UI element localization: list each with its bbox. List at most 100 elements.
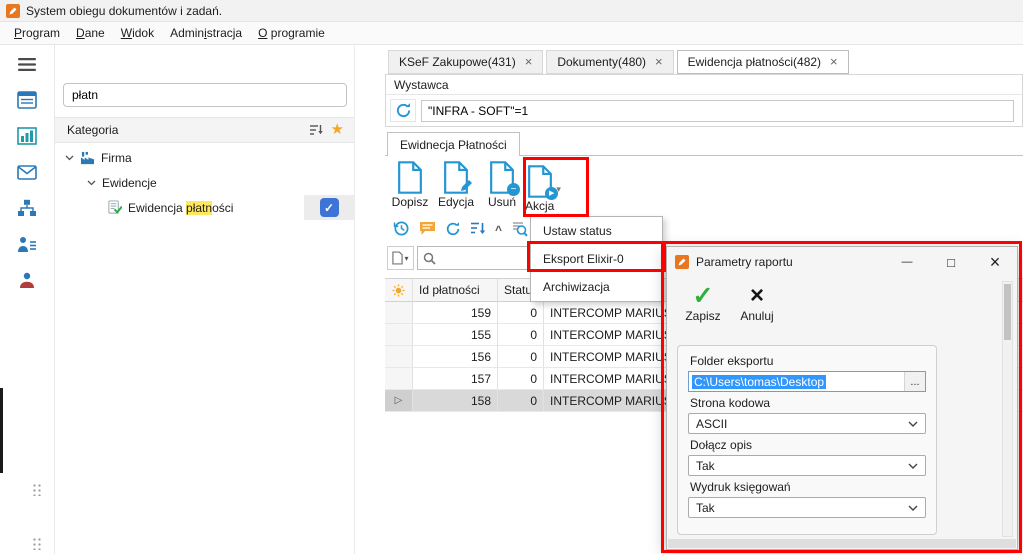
strona-kodowa-select[interactable]: ASCII [688,413,926,434]
tab-close-icon[interactable]: × [830,57,838,67]
tab-ewidencja-platnosci[interactable]: Ewidencja płatności(482) × [677,50,849,74]
company-icon [80,151,95,165]
cell-status: 0 [498,368,544,389]
left-icon-rail [0,45,55,554]
edycja-button[interactable]: Edycja [433,161,479,217]
menu-item-archiwizacja[interactable]: Archiwizacja [531,273,662,301]
menu-item-o-programie[interactable]: O programie [250,23,333,43]
category-search-input[interactable] [63,83,347,107]
wystawca-filter-input[interactable] [421,100,1014,122]
user-icon[interactable] [16,270,38,290]
dialog-scrollbar[interactable] [1002,281,1013,537]
tab-ksef-zakupowe[interactable]: KSeF Zakupowe(431) × [388,50,543,74]
document-remove-icon: − [489,161,515,194]
cell-status: 0 [498,346,544,367]
dialog-title-bar[interactable]: Parametry raportu — □ × [667,247,1017,277]
cell-status: 0 [498,324,544,345]
row-indicator-cell [385,302,413,323]
menu-item-ustaw-status[interactable]: Ustaw status [531,217,662,245]
menu-item-eksport-elixir-0[interactable]: Eksport Elixir-0 [531,245,662,273]
sort-icon[interactable] [309,124,323,136]
folder-eksportu-label: Folder eksportu [690,354,926,368]
button-label: Zapisz [685,309,720,323]
parametry-raportu-dialog: Parametry raportu — □ × ✓ Zapisz × Anulu… [666,246,1018,550]
row-indicator-cell [385,346,413,367]
chart-table-icon[interactable] [16,126,38,146]
zapisz-button[interactable]: ✓ Zapisz [679,283,727,333]
history-icon[interactable] [393,220,410,240]
search-icon [423,252,436,265]
tab-label: Ewidencja płatności(482) [688,55,821,69]
menu-item-administracja[interactable]: Administracja [162,23,250,43]
drag-grip[interactable] [32,537,43,550]
scrollbar-thumb[interactable] [1004,284,1011,340]
row-indicator-cell [385,368,413,389]
layout-button[interactable]: ▾ [387,246,414,270]
row-indicator-cell: ▷ [385,390,413,411]
anuluj-button[interactable]: × Anuluj [733,283,781,333]
category-header[interactable]: Kategoria ★ [55,117,354,143]
button-label: Akcja [525,199,554,213]
comment-icon[interactable] [419,221,436,239]
dolacz-opis-select[interactable]: Tak [688,455,926,476]
refresh-icon [395,102,412,119]
menu-item-widok[interactable]: Widok [113,23,162,43]
tab-close-icon[interactable]: × [655,57,663,67]
favorites-star-icon[interactable]: ★ [331,123,344,137]
sort-rows-icon[interactable] [470,221,486,239]
chevron-down-icon[interactable] [87,180,96,186]
tree-node-label: Firma [101,151,132,165]
tree-node-ewidencja-platnosci[interactable]: Ewidencja płatności ✓ [55,195,354,220]
refresh-button[interactable] [390,99,416,122]
cell-status: 0 [498,302,544,323]
dialog-title: Parametry raportu [696,255,793,269]
hamburger-menu-icon[interactable] [16,54,38,74]
dialog-toolbar: ✓ Zapisz × Anuluj [667,277,1017,333]
cell-id: 155 [413,324,498,345]
dialog-bottom-bar [668,539,1016,548]
row-indicator-cell [385,324,413,345]
drag-grip[interactable] [32,483,43,496]
menu-bar: Program Dane Widok Administracja O progr… [0,22,1023,45]
cell-status: 0 [498,390,544,411]
minimize-button[interactable]: — [885,247,929,277]
grid-settings-cell[interactable] [385,279,413,301]
usun-button[interactable]: − Usuń [479,161,525,217]
dopisz-button[interactable]: Dopisz [387,161,433,217]
chevron-down-icon [908,421,918,427]
mail-icon[interactable] [16,162,38,182]
menu-item-dane[interactable]: Dane [68,23,113,43]
menu-item-program[interactable]: Program [6,23,68,43]
check-icon: ✓ [324,201,334,215]
tree-node-firma[interactable]: Firma [55,145,354,170]
search-document-icon[interactable] [511,220,528,240]
settings-sun-icon [392,284,405,297]
node-checkbox[interactable]: ✓ [320,198,339,217]
column-header-id-platnosci[interactable]: Id płatności [413,279,498,301]
user-tasks-icon[interactable] [16,234,38,254]
button-label: Dopisz [392,195,429,209]
akcja-dropdown-menu: Ustaw status Eksport Elixir-0 Archiwizac… [530,216,663,302]
documents-report-icon[interactable] [16,90,38,110]
folder-eksportu-input[interactable]: C:\Users\tomas\Desktop ... [688,371,926,392]
tab-label: Dokumenty(480) [557,55,646,69]
grid-tab-ewidencja-platnosci[interactable]: Ewidnecja Płatności [387,132,520,156]
document-action-icon: ▶ [527,165,553,198]
org-structure-icon[interactable] [16,198,38,218]
category-header-label: Kategoria [67,123,118,137]
akcja-button[interactable]: ▶ Akcja ▾ [525,161,585,217]
browse-button[interactable]: ... [904,372,925,391]
tree-node-ewidencje[interactable]: Ewidencje [55,170,354,195]
tab-dokumenty[interactable]: Dokumenty(480) × [546,50,673,74]
refresh-icon[interactable] [445,221,461,240]
maximize-button[interactable]: □ [929,247,973,277]
chevron-down-icon [908,463,918,469]
close-button[interactable]: × [973,247,1017,277]
chevron-down-icon[interactable] [65,155,74,161]
checkbox-cell: ✓ [304,195,354,220]
collapse-icon[interactable]: ^ [495,223,502,237]
wydruk-ksiegowan-select[interactable]: Tak [688,497,926,518]
tab-close-icon[interactable]: × [525,57,533,67]
button-label: Usuń [488,195,516,209]
tree-node-label: Ewidencje [102,176,157,190]
